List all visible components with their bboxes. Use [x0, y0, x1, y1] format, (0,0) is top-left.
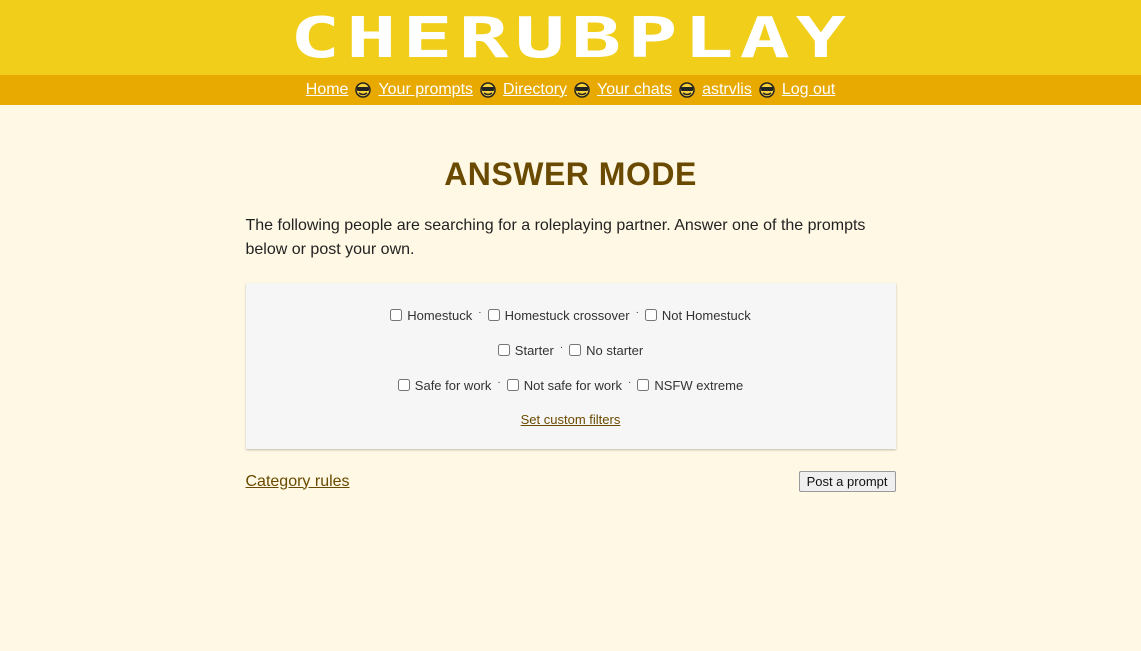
filter-nsfw-extreme-checkbox[interactable]	[637, 379, 650, 391]
filter-starter-checkbox[interactable]	[497, 344, 510, 356]
nav-log-out-link[interactable]: Log out	[782, 81, 835, 99]
filter-not-safe-for-work-checkbox[interactable]	[506, 379, 519, 391]
filter-row-starter: Starter · No starter	[246, 340, 896, 360]
nav-home-link[interactable]: Home	[306, 81, 349, 99]
site-header: CHERUBPLAY	[0, 0, 1141, 75]
filter-row-fandom: Homestuck · Homestuck crossover · Not Ho…	[246, 305, 896, 325]
filter-homestuck-crossover[interactable]: Homestuck crossover	[487, 308, 630, 323]
filter-nsfw-extreme[interactable]: NSFW extreme	[637, 378, 743, 393]
filter-no-starter[interactable]: No starter	[569, 343, 643, 358]
category-rules-link[interactable]: Category rules	[246, 473, 350, 491]
main-content: ANSWER MODE The following people are sea…	[245, 105, 896, 492]
intro-text: The following people are searching for a…	[245, 217, 866, 258]
filter-row-maturity: Safe for work · Not safe for work · NSFW…	[246, 375, 896, 395]
filter-panel: Homestuck · Homestuck crossover · Not Ho…	[245, 283, 896, 449]
filter-separator: ·	[559, 341, 564, 353]
filter-not-homestuck[interactable]: Not Homestuck	[644, 308, 751, 323]
set-custom-filters-link[interactable]: Set custom filters	[521, 412, 621, 427]
nav-directory-link[interactable]: Directory	[503, 81, 567, 99]
page-title: ANSWER MODE	[444, 156, 697, 192]
cherubplay-logo[interactable]: CHERUBPLAY	[288, 10, 854, 66]
action-row: Category rules Post a prompt	[246, 471, 896, 492]
main-nav: Home Your prompts Directory Your chats a…	[0, 75, 1141, 105]
cherub-icon	[355, 82, 372, 98]
filter-separator: ·	[635, 306, 639, 318]
filter-starter[interactable]: Starter	[497, 343, 554, 358]
logo-text: CHERUBPLAY	[290, 10, 852, 66]
filter-safe-for-work-checkbox[interactable]	[397, 379, 410, 391]
cherub-icon	[574, 82, 590, 98]
nav-account-link[interactable]: astrvlis	[702, 81, 752, 99]
cherub-icon	[759, 82, 775, 98]
filter-separator: ·	[628, 376, 632, 388]
filter-not-safe-for-work[interactable]: Not safe for work	[506, 378, 622, 393]
nav-your-chats-link[interactable]: Your chats	[597, 81, 672, 99]
filter-not-homestuck-checkbox[interactable]	[644, 309, 657, 321]
filter-no-starter-checkbox[interactable]	[569, 344, 582, 356]
post-prompt-button[interactable]: Post a prompt	[798, 471, 896, 492]
filter-homestuck-checkbox[interactable]	[390, 309, 403, 321]
filter-homestuck[interactable]: Homestuck	[390, 308, 472, 323]
nav-your-prompts-link[interactable]: Your prompts	[378, 81, 473, 99]
filter-homestuck-crossover-checkbox[interactable]	[487, 309, 500, 321]
filter-safe-for-work[interactable]: Safe for work	[397, 378, 491, 393]
filter-separator: ·	[497, 376, 501, 388]
filter-separator: ·	[478, 306, 482, 318]
cherub-icon	[679, 82, 695, 98]
cherub-icon	[480, 82, 496, 98]
